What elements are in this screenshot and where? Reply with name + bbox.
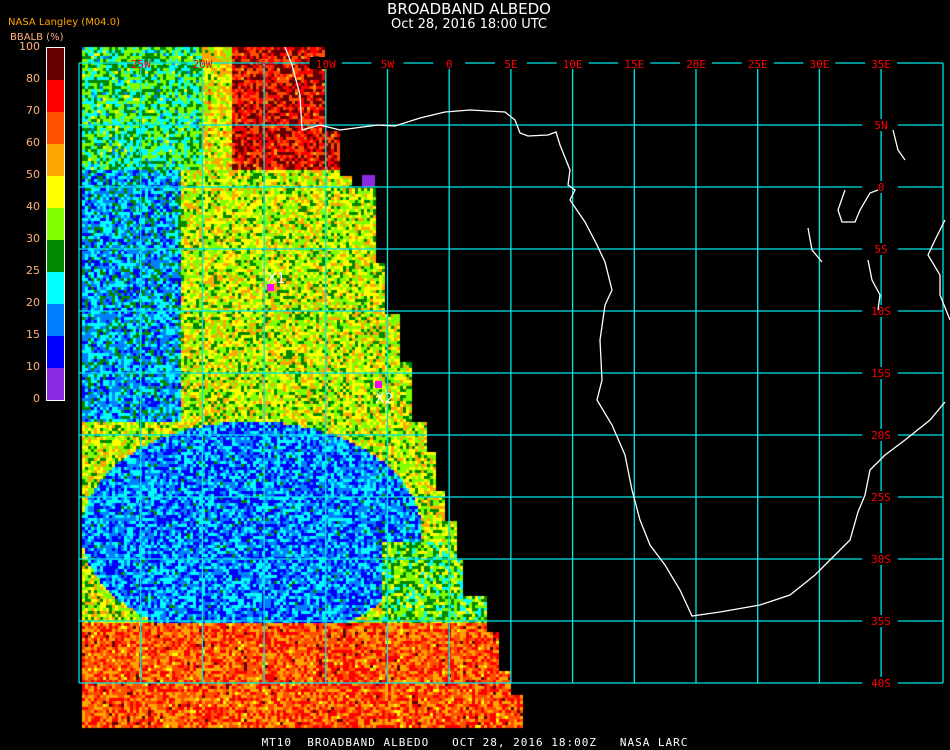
latitude-label: 10S (871, 305, 891, 318)
colorbar-tick: 0 (33, 392, 40, 405)
colorbar-tick: 60 (26, 136, 40, 149)
lake-outline (867, 259, 881, 311)
organization-label: NASA Langley (M04.0) (8, 17, 120, 28)
latitude-label: 40S (871, 677, 891, 690)
longitude-label: 25E (748, 58, 768, 71)
marker-label: X2 (375, 391, 394, 407)
colorbar-segment (47, 80, 64, 112)
colorbar-segment (47, 240, 64, 272)
colorbar-tick: 10 (26, 360, 40, 373)
colorbar-segment (47, 368, 64, 400)
map-overlay: 25W 20W 15W 10W 5W 0 5E 10E 15E 20E 25E 30E 35E 5N 0 5S… (78, 46, 950, 690)
marker-x2 (375, 381, 382, 388)
colorbar-tick: 50 (26, 168, 40, 181)
colorbar-tick: 20 (26, 296, 40, 309)
map-title: BROADBAND ALBEDO (387, 0, 551, 18)
longitude-label: 25W (131, 58, 151, 71)
longitude-label: 30E (809, 58, 829, 71)
latitude-label: 25S (871, 491, 891, 504)
colorbar-tick: 100 (19, 40, 40, 53)
longitude-label: 15W (254, 58, 274, 71)
colorbar-segment (47, 304, 64, 336)
colorbar-tick: 30 (26, 232, 40, 245)
colorbar-tick: 80 (26, 72, 40, 85)
latitude-label: 15S (871, 367, 891, 380)
latitude-label: 30S (871, 553, 891, 566)
map-timestamp: Oct 28, 2016 18:00 UTC (391, 17, 547, 32)
lake-outline (892, 129, 906, 161)
coastline (284, 46, 946, 617)
longitude-label: 10W (316, 58, 336, 71)
colorbar (46, 47, 65, 401)
longitude-label: 0 (446, 58, 453, 71)
colorbar-segment (47, 336, 64, 368)
colorbar-segment (47, 272, 64, 304)
longitude-label: 35E (871, 58, 891, 71)
colorbar-segment (47, 208, 64, 240)
colorbar-tick: 25 (26, 264, 40, 277)
latitude-label: 5N (874, 119, 887, 132)
colorbar-segment (47, 48, 64, 80)
longitude-label: 20E (686, 58, 706, 71)
longitude-label: 5W (381, 58, 395, 71)
colorbar-tick: 70 (26, 104, 40, 117)
coastline (927, 219, 950, 321)
longitude-label: 10E (563, 58, 583, 71)
colorbar-tick: 15 (26, 328, 40, 341)
longitude-label: 20W (192, 58, 212, 71)
colorbar-segment (47, 112, 64, 144)
marker-label: X1 (267, 271, 286, 287)
latitude-label: 0 (878, 181, 885, 194)
colorbar-segment (47, 144, 64, 176)
latitude-label: 35S (871, 615, 891, 628)
latitude-label: 5S (874, 243, 887, 256)
colorbar-segment (47, 176, 64, 208)
longitude-label: 15E (624, 58, 644, 71)
longitude-label: 5E (504, 58, 517, 71)
lake-victoria-outline (837, 189, 879, 223)
footer-caption: MT10 BROADBAND ALBEDO OCT 28, 2016 18:00… (261, 736, 689, 749)
latitude-label: 20S (871, 429, 891, 442)
colorbar-tick: 40 (26, 200, 40, 213)
